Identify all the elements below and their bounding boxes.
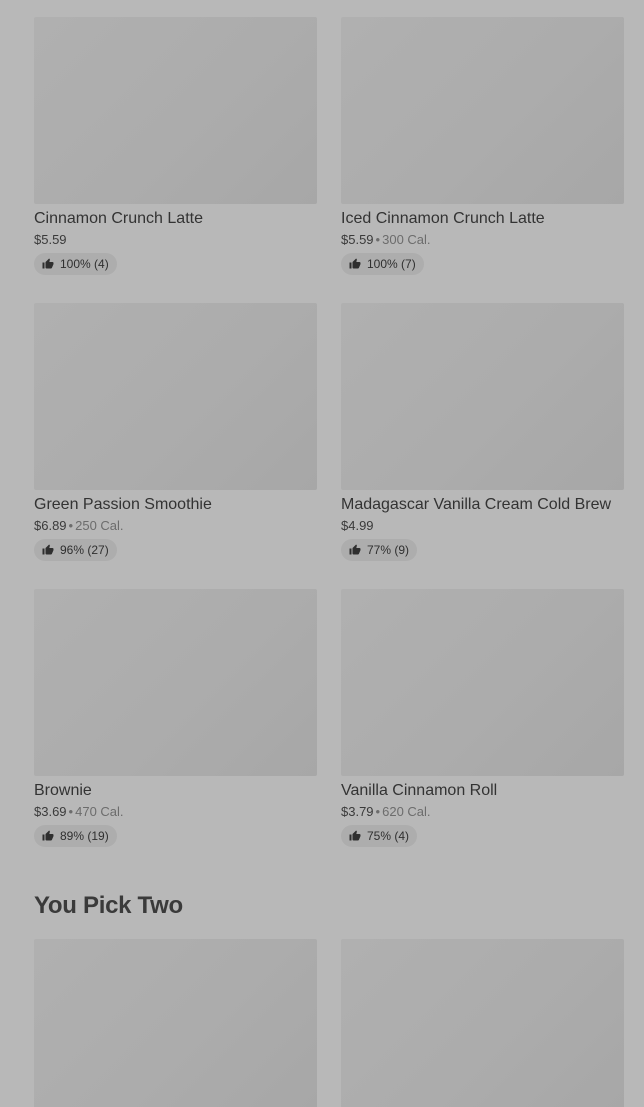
menu-row: Green Passion Smoothie $6.89 • 250 Cal. 96…: [34, 303, 634, 589]
menu-item-name: Iced Cinnamon Crunch Latte: [341, 210, 545, 227]
menu-item-meta: $3.79 • 620 Cal.: [341, 804, 624, 820]
menu-item-price: $6.89: [34, 518, 67, 533]
menu-item-image[interactable]: [34, 17, 317, 204]
rating-badge: 75% (4): [341, 825, 418, 847]
rating-text: 75% (4): [367, 829, 410, 843]
menu-item-price: $3.69: [34, 804, 67, 819]
menu-item-image[interactable]: [341, 589, 624, 776]
rating-badge: 100% (7): [341, 253, 424, 275]
menu-item-meta: $5.59 • 300 Cal.: [341, 232, 624, 248]
separator-dot: •: [375, 804, 381, 819]
menu-item-card[interactable]: [34, 939, 317, 1107]
rating-badge: 100% (4): [34, 253, 117, 275]
menu-item-name: Brownie: [34, 782, 92, 799]
menu-row: Brownie $3.69 • 470 Cal. 89% (19) Vanilla …: [34, 589, 634, 875]
menu-item-meta: $4.99: [341, 518, 624, 534]
menu-row: Cinnamon Crunch Latte $5.59 100% (4) Ice…: [34, 17, 634, 303]
menu-item-name: Vanilla Cinnamon Roll: [341, 782, 498, 799]
menu-item-image[interactable]: [341, 939, 624, 1107]
rating-text: 96% (27): [60, 543, 109, 557]
rating-text: 77% (9): [367, 543, 410, 557]
menu-item-meta: $3.69 • 470 Cal.: [34, 804, 317, 820]
thumbs-up-icon: [349, 544, 361, 555]
menu-item-card[interactable]: Brownie $3.69 • 470 Cal. 89% (19): [34, 589, 317, 875]
menu-item-grid: Cinnamon Crunch Latte $5.59 100% (4) Ice…: [34, 17, 634, 875]
menu-item-card[interactable]: Cinnamon Crunch Latte $5.59 100% (4): [34, 17, 317, 303]
separator-dot: •: [68, 804, 74, 819]
separator-dot: •: [375, 232, 381, 247]
menu-item-image[interactable]: [34, 303, 317, 490]
menu-item-card[interactable]: [341, 939, 624, 1107]
menu-item-calories: 250 Cal.: [75, 518, 124, 533]
menu-item-card[interactable]: Green Passion Smoothie $6.89 • 250 Cal. 96…: [34, 303, 317, 589]
menu-item-calories: 300 Cal.: [382, 232, 431, 247]
rating-badge: 77% (9): [341, 539, 418, 561]
thumbs-up-icon: [42, 258, 54, 269]
menu-item-name: Green Passion Smoothie: [34, 496, 212, 513]
menu-item-card[interactable]: Madagascar Vanilla Cream Cold Brew $4.99…: [341, 303, 624, 589]
separator-dot: •: [68, 518, 74, 533]
menu-item-calories: 620 Cal.: [382, 804, 431, 819]
menu-item-image[interactable]: [34, 589, 317, 776]
rating-text: 100% (4): [60, 257, 109, 271]
thumbs-up-icon: [349, 830, 361, 841]
thumbs-up-icon: [42, 830, 54, 841]
rating-text: 89% (19): [60, 829, 109, 843]
thumbs-up-icon: [349, 258, 361, 269]
menu-item-card[interactable]: Iced Cinnamon Crunch Latte $5.59 • 300 Cal…: [341, 17, 624, 303]
section-item-row: [34, 939, 624, 1107]
rating-badge: 96% (27): [34, 539, 117, 561]
menu-item-name: Cinnamon Crunch Latte: [34, 210, 203, 227]
menu-item-card[interactable]: Vanilla Cinnamon Roll $3.79 • 620 Cal. 75%…: [341, 589, 624, 875]
menu-item-price: $3.79: [341, 804, 374, 819]
menu-item-name: Madagascar Vanilla Cream Cold Brew: [341, 496, 612, 513]
menu-item-calories: 470 Cal.: [75, 804, 124, 819]
menu-item-meta: $5.59: [34, 232, 317, 248]
menu-item-image[interactable]: [341, 17, 624, 204]
thumbs-up-icon: [42, 544, 54, 555]
rating-badge: 89% (19): [34, 825, 117, 847]
menu-item-image[interactable]: [341, 303, 624, 490]
menu-item-price: $4.99: [341, 518, 374, 533]
menu-item-price: $5.59: [34, 232, 67, 247]
menu-item-meta: $6.89 • 250 Cal.: [34, 518, 317, 534]
menu-item-image[interactable]: [34, 939, 317, 1107]
rating-text: 100% (7): [367, 257, 416, 271]
section-title: You Pick Two: [34, 892, 183, 919]
menu-item-price: $5.59: [341, 232, 374, 247]
